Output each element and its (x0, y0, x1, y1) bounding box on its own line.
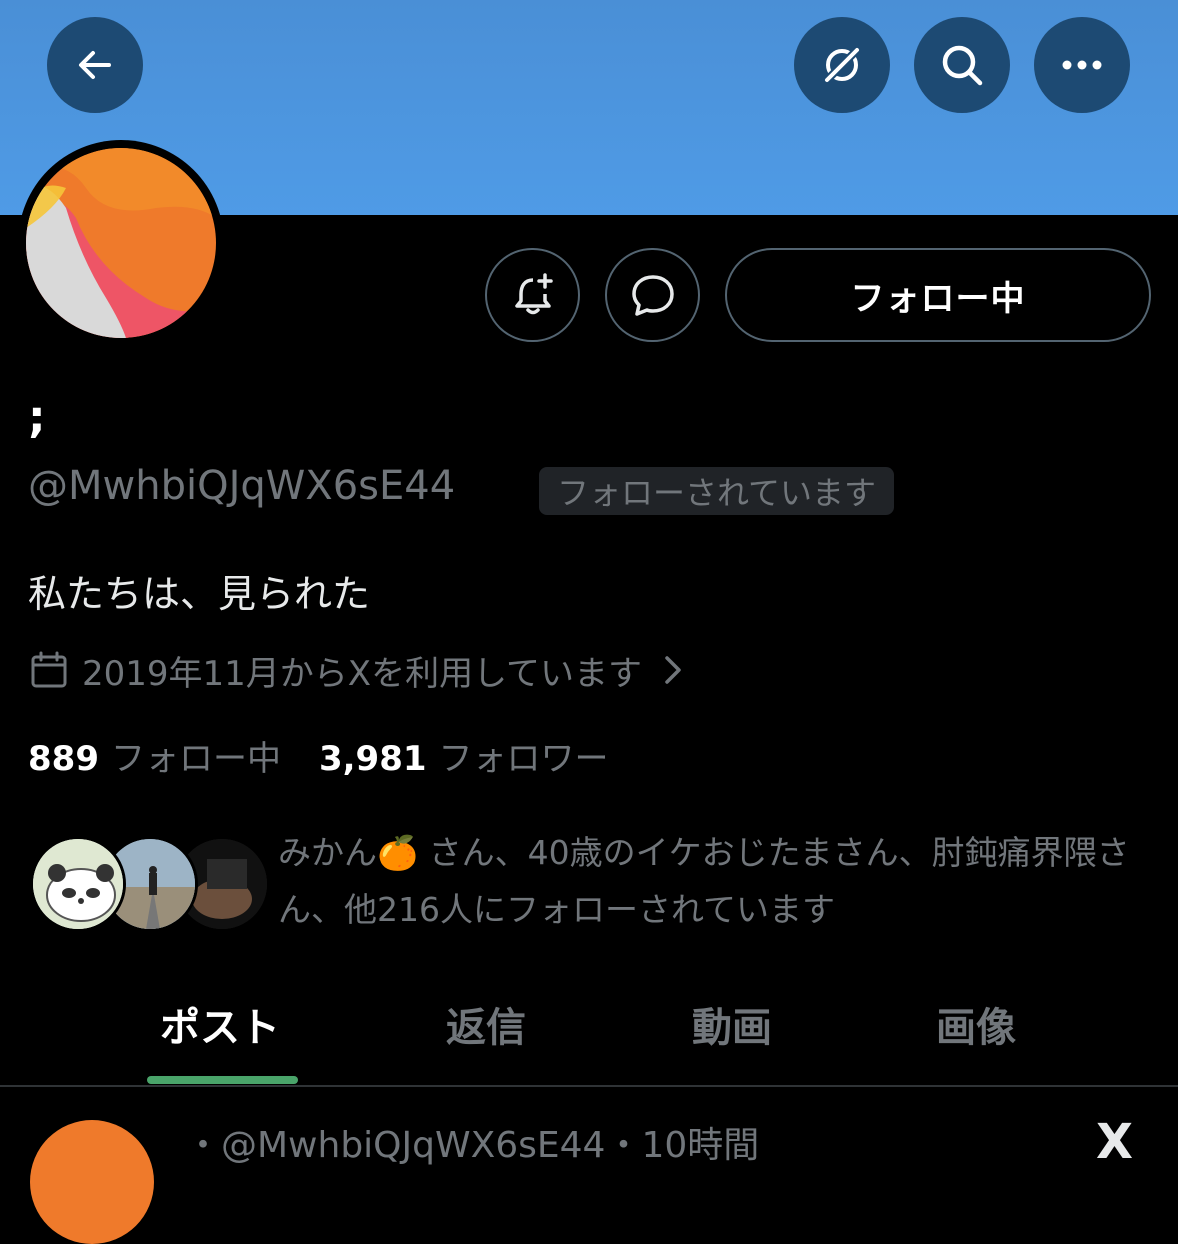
search-icon (942, 45, 983, 86)
post-meta: ・@MwhbiQJqWX6sE44・10時間 (185, 1125, 760, 1166)
avatar (26, 148, 216, 338)
tab-images[interactable]: 画像 (936, 985, 1016, 1085)
message-button[interactable] (605, 248, 700, 342)
username: @MwhbiQJqWX6sE44 (28, 463, 456, 509)
followed-by-text[interactable]: みかん🍊 さん、40歳のイケおじたまさん、肘鈍痛界隈さん、他216人にフォローさ… (278, 824, 1148, 938)
grok-button[interactable] (794, 17, 890, 113)
follows-you-label: フォローされています (557, 474, 877, 512)
followers-count: 3,981 (318, 738, 427, 779)
more-button[interactable] (1034, 17, 1130, 113)
post-avatar[interactable] (30, 1120, 154, 1244)
notifications-button[interactable] (485, 248, 580, 342)
following-link[interactable]: 889 フォロー中 (28, 731, 281, 780)
arrow-left-icon (79, 51, 111, 79)
following-button[interactable]: フォロー中 (725, 248, 1151, 342)
followers-label: フォロワー (438, 738, 609, 779)
calendar-icon (31, 651, 67, 688)
follow-stats: 889 フォロー中 3,981 フォロワー (28, 730, 609, 780)
bio: 私たちは、見られた (28, 572, 371, 616)
followers-you-know-facepile[interactable] (30, 836, 270, 936)
tab-videos[interactable]: 動画 (692, 985, 772, 1085)
back-button[interactable] (47, 17, 143, 113)
joined-date-text: 2019年11月からXを利用しています (82, 653, 643, 694)
search-button[interactable] (914, 17, 1010, 113)
following-label: フォロー中 (110, 738, 281, 779)
profile-avatar[interactable] (18, 140, 224, 346)
follows-you-badge: フォローされています (539, 467, 895, 515)
following-button-label: フォロー中 (850, 278, 1026, 319)
following-count: 889 (28, 738, 99, 779)
grok-icon (822, 45, 862, 85)
tab-replies[interactable]: 返信 (446, 985, 526, 1085)
followers-link[interactable]: 3,981 フォロワー (319, 731, 609, 780)
chevron-right-icon (665, 656, 681, 684)
chat-bubble-icon (631, 275, 674, 316)
avatar (30, 836, 126, 932)
display-name: ; (28, 392, 46, 443)
more-icon (1062, 60, 1102, 70)
tab-posts[interactable]: ポスト (160, 985, 280, 1085)
bell-plus-icon (514, 273, 553, 315)
divider (0, 1085, 1178, 1087)
active-tab-indicator (147, 1076, 298, 1084)
joined-date[interactable]: 2019年11月からXを利用しています (28, 645, 688, 695)
profile-tabs: ポスト 返信 動画 画像 (0, 985, 1178, 1085)
x-logo-icon: X (1096, 1114, 1134, 1170)
